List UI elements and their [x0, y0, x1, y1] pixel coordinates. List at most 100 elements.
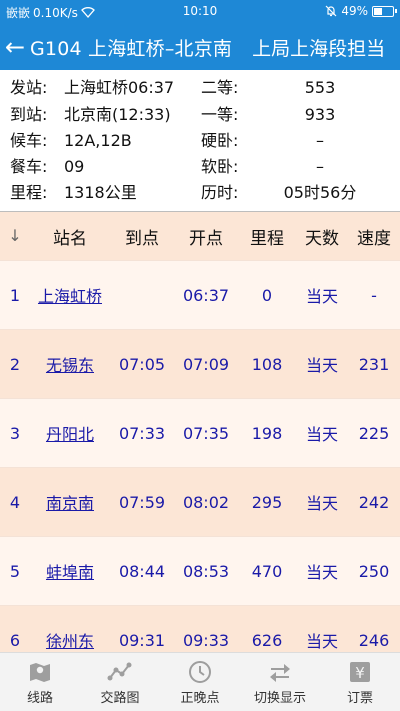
clock-icon: [189, 660, 211, 683]
duration-value: 05时56分: [283, 183, 357, 202]
speed: 225: [358, 423, 390, 443]
header-station: 站名: [53, 228, 87, 249]
arrival-label: 到站:: [10, 105, 48, 124]
nav-switch-display[interactable]: 切换显示: [240, 653, 320, 711]
depart-time: 09:33: [182, 630, 230, 650]
station-link[interactable]: 丹阳北: [46, 425, 94, 444]
duration-label: 历时:: [201, 183, 239, 202]
waiting-label: 候车:: [10, 131, 48, 150]
mileage: 626: [251, 630, 283, 650]
header-arrive: 到点: [125, 228, 159, 249]
depart-time: 06:37: [182, 285, 230, 305]
swap-arrows-icon: [270, 663, 290, 682]
nav-route-map[interactable]: 交路图: [80, 653, 160, 711]
row-number: 5: [9, 561, 21, 581]
day: 当天: [305, 356, 338, 375]
speed: 231: [358, 354, 390, 374]
speed: 242: [358, 492, 390, 512]
timetable: ↓ 站名 到点 开点 里程 天数 速度 1 上海虹桥 06:37 0 当天 - …: [0, 212, 400, 652]
dining-value: 09: [64, 157, 85, 176]
depart-time: 07:09: [182, 354, 230, 374]
table-row[interactable]: 5 蚌埠南 08:44 08:53 470 当天 250: [0, 536, 400, 605]
depart-time: 08:02: [182, 492, 230, 512]
speed: 250: [358, 561, 390, 581]
departure-label: 发站:: [10, 78, 48, 97]
day: 当天: [305, 287, 338, 306]
row-number: 1: [9, 285, 21, 305]
mute-bell-icon: [325, 5, 337, 17]
nav-on-time[interactable]: 正晚点: [160, 653, 240, 711]
hard-sleeper-label: 硬卧:: [201, 131, 239, 150]
day: 当天: [305, 494, 338, 513]
table-row[interactable]: 4 南京南 07:59 08:02 295 当天 242: [0, 467, 400, 536]
table-row[interactable]: 1 上海虹桥 06:37 0 当天 -: [0, 260, 400, 329]
departure-value: 上海虹桥06:37: [64, 78, 175, 97]
battery-percent: 49%: [341, 4, 368, 18]
first-class-label: 一等:: [201, 105, 239, 124]
arrive-time: 07:59: [118, 492, 166, 512]
page-subtitle: 上局上海段担当: [252, 37, 386, 60]
station-link[interactable]: 上海虹桥: [38, 287, 102, 306]
day: 当天: [305, 425, 338, 444]
speed: 246: [358, 630, 390, 650]
nav-booking[interactable]: ¥ 订票: [320, 653, 400, 711]
arrival-value: 北京南(12:33): [64, 105, 171, 124]
row-number: 6: [9, 630, 21, 650]
info-row-3: 候车: 12A,12B 硬卧: –: [0, 129, 400, 153]
nav-route[interactable]: 线路: [0, 653, 80, 711]
header-speed: 速度: [357, 228, 391, 249]
header-days: 天数: [305, 228, 339, 249]
mileage: 470: [251, 561, 283, 581]
battery-icon: [372, 5, 397, 17]
status-bar: 嵌嵌 0.10K/s 10:10 49%: [0, 0, 400, 24]
mileage: 198: [251, 423, 283, 443]
header-mileage: 里程: [250, 228, 284, 249]
row-number: 3: [9, 423, 21, 443]
info-row-1: 发站: 上海虹桥06:37 二等: 553: [0, 76, 400, 100]
second-class-value: 553: [304, 78, 336, 97]
waiting-value: 12A,12B: [64, 131, 132, 150]
nav-route-label: 线路: [26, 690, 53, 706]
speed: -: [371, 285, 377, 305]
table-row[interactable]: 2 无锡东 07:05 07:09 108 当天 231: [0, 329, 400, 398]
nav-route-map-label: 交路图: [100, 690, 140, 706]
station-link[interactable]: 南京南: [46, 494, 94, 513]
route-graph-icon: [107, 662, 132, 680]
nav-booking-label: 订票: [346, 690, 373, 706]
arrive-time: 07:05: [118, 354, 166, 374]
mileage: 0: [261, 285, 273, 305]
info-row-4: 餐车: 09 软卧: –: [0, 155, 400, 179]
page-title: G104 上海虹桥–北京南: [30, 37, 233, 60]
sort-button[interactable]: ↓: [0, 226, 30, 246]
dining-label: 餐车:: [10, 157, 48, 176]
row-number: 2: [9, 354, 21, 374]
svg-text:¥: ¥: [355, 664, 365, 682]
status-right: 49%: [325, 4, 397, 18]
table-row[interactable]: 3 丹阳北 07:33 07:35 198 当天 225: [0, 398, 400, 467]
mileage: 108: [251, 354, 283, 374]
mileage-label: 里程:: [10, 183, 48, 202]
station-link[interactable]: 徐州东: [46, 632, 94, 651]
info-row-2: 到站: 北京南(12:33) 一等: 933: [0, 103, 400, 127]
info-row-5: 里程: 1318公里 历时: 05时56分: [0, 181, 400, 205]
arrive-time: 09:31: [118, 630, 166, 650]
station-link[interactable]: 蚌埠南: [46, 563, 94, 582]
nav-switch-display-label: 切换显示: [253, 690, 306, 706]
header-depart: 开点: [189, 228, 223, 249]
table-header: ↓ 站名 到点 开点 里程 天数 速度: [0, 212, 400, 260]
day: 当天: [305, 563, 338, 582]
second-class-label: 二等:: [201, 78, 239, 97]
station-link[interactable]: 无锡东: [46, 356, 94, 375]
back-arrow-icon[interactable]: ←: [0, 24, 30, 70]
depart-time: 07:35: [182, 423, 230, 443]
nav-on-time-label: 正晚点: [180, 690, 220, 706]
day: 当天: [305, 632, 338, 651]
soft-sleeper-value: –: [316, 157, 324, 176]
bottom-nav: 线路 交路图 正晚点 切换显示 ¥ 订票: [0, 652, 400, 711]
map-pin-icon: [30, 662, 50, 682]
arrive-time: 08:44: [118, 561, 166, 581]
row-number: 4: [9, 492, 21, 512]
soft-sleeper-label: 软卧:: [201, 157, 239, 176]
table-row[interactable]: 6 徐州东 09:31 09:33 626 当天 246: [0, 605, 400, 652]
arrive-time: 07:33: [118, 423, 166, 443]
